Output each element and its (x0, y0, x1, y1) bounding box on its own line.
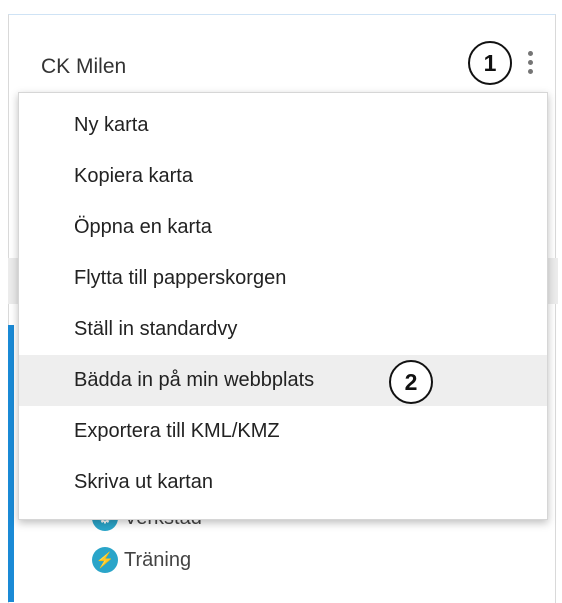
layer-item-traning[interactable]: ⚡ Träning (92, 547, 191, 573)
menu-item-print-map[interactable]: Skriva ut kartan (19, 457, 547, 508)
menu-item-copy-map[interactable]: Kopiera karta (19, 151, 547, 202)
row-background-left (8, 258, 18, 304)
runner-icon: ⚡ (92, 547, 118, 573)
menu-item-export-kml[interactable]: Exportera till KML/KMZ (19, 406, 547, 457)
menu-item-open-map[interactable]: Öppna en karta (19, 202, 547, 253)
menu-item-embed-on-website[interactable]: Bädda in på min webbplats (19, 355, 547, 406)
map-title: CK Milen (41, 55, 127, 78)
menu-item-new-map[interactable]: Ny karta (19, 100, 547, 151)
callout-badge-2: 2 (389, 360, 433, 404)
layer-selection-bar (8, 325, 14, 602)
menu-item-move-to-trash[interactable]: Flytta till papperskorgen (19, 253, 547, 304)
more-options-icon[interactable] (521, 44, 539, 80)
options-menu: Ny karta Kopiera karta Öppna en karta Fl… (18, 92, 548, 520)
layer-item-label: Träning (124, 548, 192, 571)
menu-item-set-default-view[interactable]: Ställ in standardvy (19, 304, 547, 355)
callout-badge-1: 1 (468, 41, 512, 85)
row-background-right (548, 258, 558, 304)
